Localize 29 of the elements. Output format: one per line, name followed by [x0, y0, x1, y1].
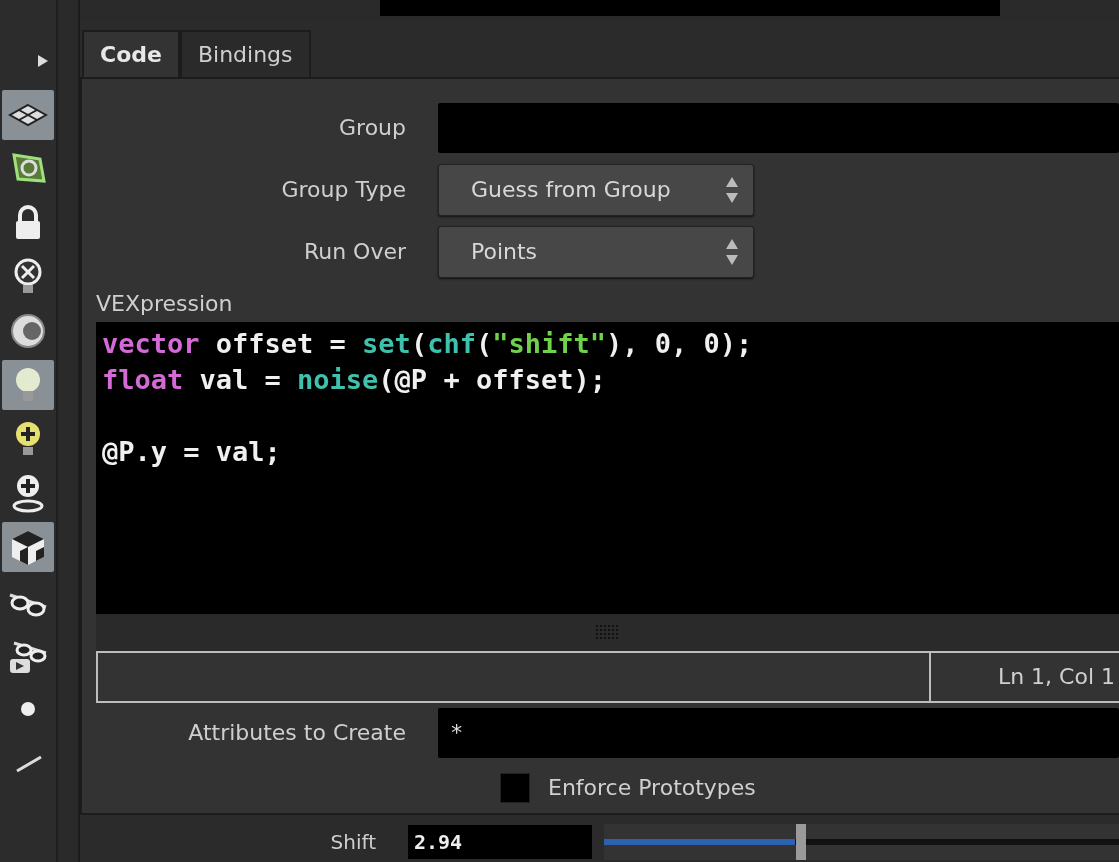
arrow-icon[interactable]: [36, 54, 50, 68]
code-line: float val = noise(@P + offset);: [102, 362, 606, 397]
sphere-icon[interactable]: [8, 311, 48, 351]
field-label: Shift: [329, 830, 377, 855]
checkbox[interactable]: [500, 772, 530, 803]
field-label: Group: [338, 115, 407, 141]
code-line: vector offset = set(chf("shift"), 0, 0);: [102, 326, 753, 361]
code-editor[interactable]: vector offset = set(chf("shift"), 0, 0); float val = noise(@P + offset); @P.y = val;: [96, 321, 1119, 614]
dropdown-menu[interactable]: Points: [438, 225, 754, 278]
node-name-field[interactable]: [380, 0, 1000, 16]
field-label: Attributes to Create: [187, 720, 407, 746]
tab[interactable]: Bindings: [179, 29, 311, 77]
slider-track[interactable]: [604, 824, 1119, 861]
resize-grip-icon[interactable]: [595, 625, 620, 640]
dropdown-menu[interactable]: Guess from Group: [438, 163, 754, 216]
section-label: VEXpression: [96, 290, 234, 316]
group-field[interactable]: [438, 102, 1119, 153]
dot-icon[interactable]: [20, 701, 36, 717]
number-field[interactable]: 2.94: [408, 825, 592, 860]
tool-button[interactable]: [2, 90, 54, 140]
attributes-field[interactable]: *: [438, 707, 1119, 758]
field-label: Run Over: [302, 239, 407, 265]
tool-button[interactable]: [2, 522, 54, 572]
slider-handle[interactable]: [795, 824, 806, 861]
cursor-position: Ln 1, Col 1: [929, 652, 1119, 701]
code-line: @P.y = val;: [102, 434, 281, 469]
checkbox-label: Enforce Prototypes: [548, 775, 756, 801]
tab[interactable]: Code: [82, 29, 180, 77]
field-label: Group Type: [280, 177, 407, 203]
